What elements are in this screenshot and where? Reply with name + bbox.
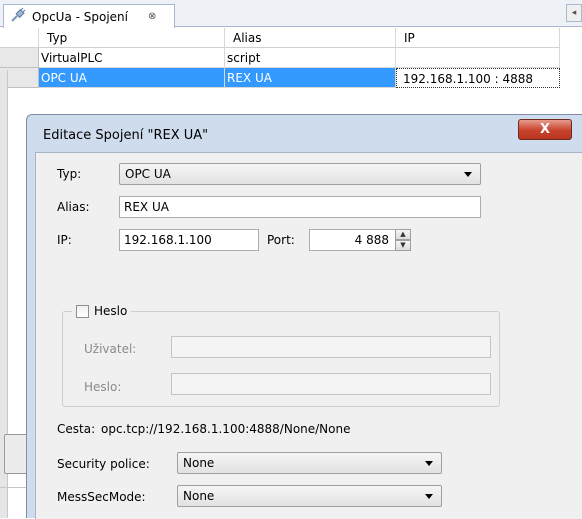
chevron-down-icon bbox=[464, 172, 472, 177]
tab-close-icon[interactable]: ⊗ bbox=[148, 11, 156, 22]
column-header-alias[interactable]: Alias bbox=[225, 28, 396, 48]
chevron-down-icon bbox=[425, 461, 433, 466]
connection-plug-icon bbox=[10, 7, 26, 26]
cell-ip bbox=[396, 48, 560, 68]
user-label: Uživatel: bbox=[84, 342, 137, 356]
tab-scroll-left-button[interactable]: ◂ bbox=[566, 4, 582, 22]
typ-select-value: OPC UA bbox=[125, 167, 171, 181]
password-label: Heslo: bbox=[84, 380, 122, 394]
ip-label: IP: bbox=[57, 233, 72, 247]
mess-sec-mode-select[interactable]: None bbox=[177, 485, 442, 507]
mess-sec-mode-value: None bbox=[183, 489, 215, 503]
mess-sec-mode-label: MessSecMode: bbox=[57, 490, 146, 504]
password-checkbox[interactable] bbox=[76, 304, 89, 318]
port-decrement-button[interactable]: ▼ bbox=[395, 240, 411, 251]
dialog-close-button[interactable]: X bbox=[518, 119, 572, 140]
edit-connection-dialog: Editace Spojení "REX UA" X Typ: OPC UA A… bbox=[26, 114, 582, 519]
password-checkbox-label: Heslo bbox=[94, 304, 128, 318]
tab-label: OpcUa - Spojení bbox=[32, 9, 128, 24]
cell-alias: script bbox=[225, 48, 396, 68]
column-header-ip[interactable]: IP bbox=[396, 28, 560, 48]
security-policy-value: None bbox=[183, 456, 215, 470]
security-policy-label: Security police: bbox=[57, 457, 150, 471]
ip-input[interactable]: 192.168.1.100 bbox=[119, 229, 259, 251]
password-group-header[interactable]: Heslo bbox=[72, 301, 132, 321]
typ-select[interactable]: OPC UA bbox=[119, 163, 481, 185]
typ-label: Typ: bbox=[57, 167, 82, 181]
chevron-down-icon bbox=[425, 494, 433, 499]
user-input[interactable] bbox=[171, 336, 491, 358]
path-value: opc.tcp://192.168.1.100:4888/None/None bbox=[101, 422, 351, 436]
row-header[interactable] bbox=[0, 48, 39, 68]
dialog-title: Editace Spojení "REX UA" bbox=[43, 128, 209, 143]
cell-alias: REX UA bbox=[225, 68, 396, 88]
cell-typ: VirtualPLC bbox=[39, 48, 225, 68]
table-corner bbox=[0, 28, 39, 48]
table-row-selected[interactable]: OPC UA REX UA 192.168.1.100 : 4888 bbox=[0, 68, 560, 88]
password-input[interactable] bbox=[171, 373, 491, 395]
tab-opcua-connections[interactable]: OpcUa - Spojení ⊗ bbox=[3, 4, 175, 28]
alias-label: Alias: bbox=[57, 200, 90, 214]
alias-input[interactable]: REX UA bbox=[119, 196, 481, 218]
port-increment-button[interactable]: ▲ bbox=[395, 229, 411, 240]
security-policy-select[interactable]: None bbox=[177, 452, 442, 474]
port-label: Port: bbox=[267, 233, 295, 247]
cell-typ: OPC UA bbox=[39, 68, 225, 88]
column-header-typ[interactable]: Typ bbox=[39, 28, 225, 48]
port-input[interactable]: 4 888 bbox=[309, 229, 396, 251]
dialog-body: Typ: OPC UA Alias: REX UA IP: 192.168.1.… bbox=[35, 152, 582, 519]
cell-ip[interactable]: 192.168.1.100 : 4888 bbox=[396, 68, 560, 88]
table-row[interactable]: VirtualPLC script bbox=[0, 48, 560, 68]
path-label: Cesta: bbox=[57, 422, 96, 436]
